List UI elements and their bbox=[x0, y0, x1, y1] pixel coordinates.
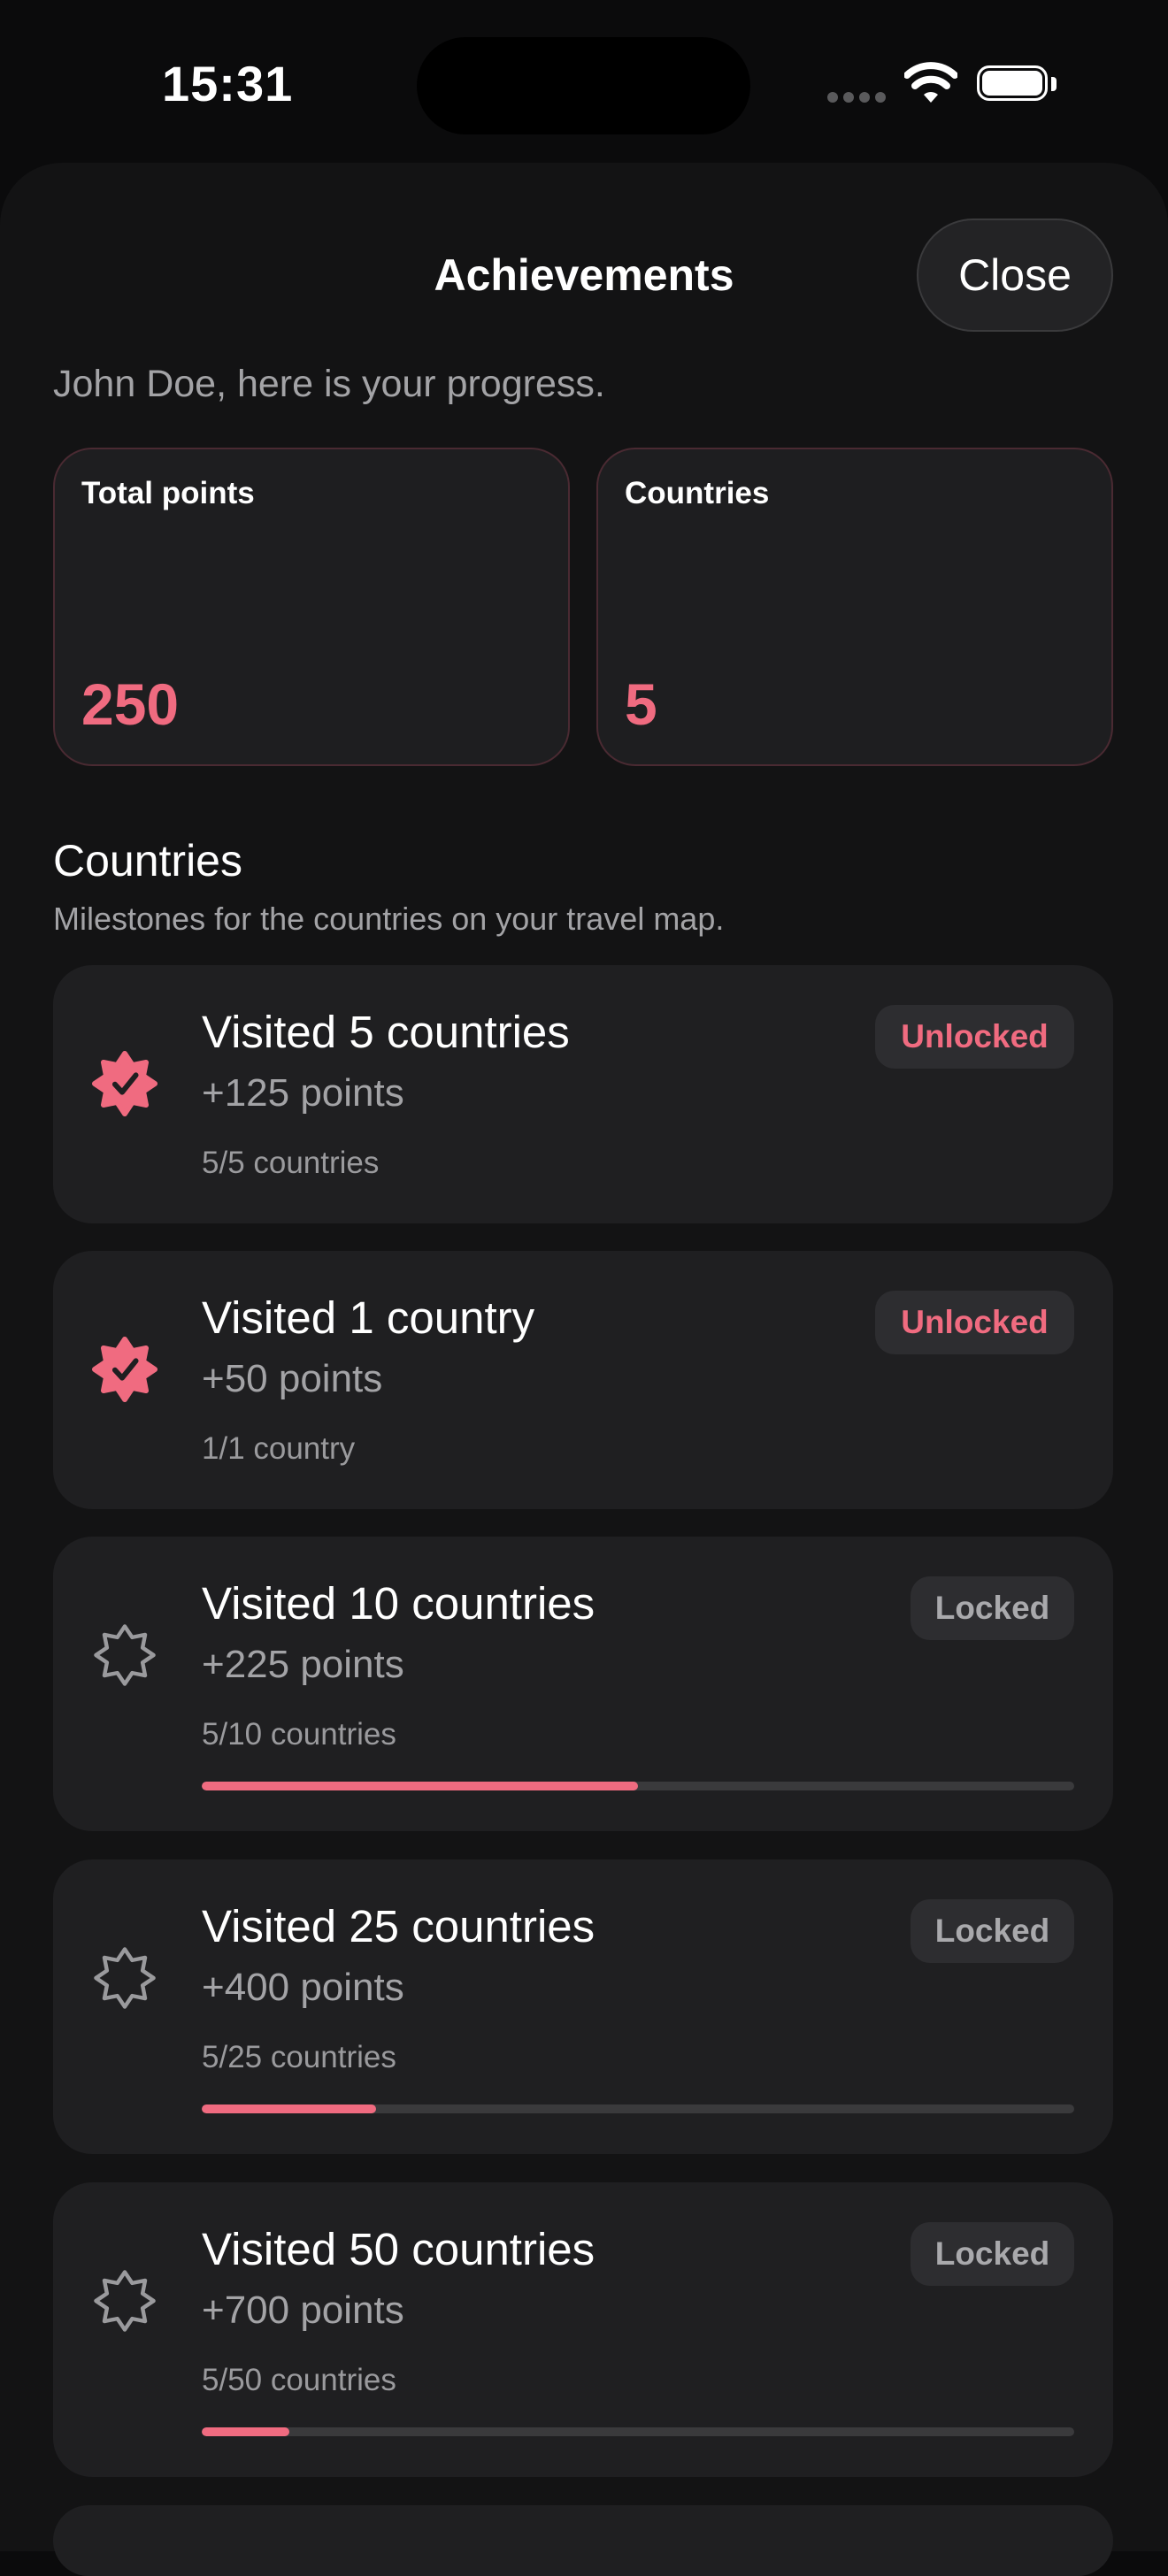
achievement-card[interactable]: Visited 1 country +50 points 1/1 country… bbox=[53, 1251, 1113, 1509]
achievement-title: Visited 1 country bbox=[202, 1292, 535, 1343]
achievement-progress-text: 5/50 countries bbox=[202, 2363, 396, 2397]
stat-label: Countries bbox=[625, 476, 770, 510]
achievement-points: +700 points bbox=[202, 2288, 404, 2332]
achievement-progress-text: 5/10 countries bbox=[202, 1717, 396, 1752]
achievement-progress-text: 5/5 countries bbox=[202, 1146, 380, 1180]
badge-outline-icon bbox=[94, 2270, 156, 2332]
achievement-title: Visited 25 countries bbox=[202, 1901, 596, 1951]
countries-card: Countries 5 bbox=[596, 448, 1113, 766]
achievement-card[interactable]: Visited 25 countries +400 points 5/25 co… bbox=[53, 1859, 1113, 2154]
badge-outline-icon bbox=[94, 1624, 156, 1686]
achievement-progress-text: 1/1 country bbox=[202, 1431, 356, 1466]
total-points-card: Total points 250 bbox=[53, 448, 570, 766]
progress-bar bbox=[202, 2104, 1074, 2113]
cellular-signal-icon bbox=[827, 92, 888, 104]
section-subtitle: Milestones for the countries on your tra… bbox=[53, 901, 725, 937]
verified-badge-icon bbox=[92, 1337, 158, 1402]
achievement-card[interactable]: Visited 50 countries +700 points 5/50 co… bbox=[53, 2182, 1113, 2477]
achievement-title: Visited 5 countries bbox=[202, 1007, 570, 1057]
status-bar: 15:31 bbox=[0, 0, 1168, 168]
status-badge: Locked bbox=[911, 2222, 1074, 2286]
stat-label: Total points bbox=[81, 476, 255, 510]
status-badge: Locked bbox=[911, 1576, 1074, 1640]
verified-badge-icon bbox=[92, 1051, 158, 1116]
achievement-card[interactable]: Visited 10 countries +225 points 5/10 co… bbox=[53, 1537, 1113, 1831]
achievement-card[interactable] bbox=[53, 2505, 1113, 2576]
status-badge: Unlocked bbox=[875, 1291, 1074, 1354]
battery-icon bbox=[977, 65, 1058, 104]
badge-outline-icon bbox=[94, 1947, 156, 2009]
progress-fill bbox=[202, 2427, 289, 2436]
status-badge: Unlocked bbox=[875, 1005, 1074, 1069]
progress-fill bbox=[202, 1782, 638, 1790]
progress-fill bbox=[202, 2104, 377, 2113]
status-time: 15:31 bbox=[162, 56, 294, 111]
progress-bar bbox=[202, 1782, 1074, 1790]
achievement-title: Visited 50 countries bbox=[202, 2224, 596, 2274]
dynamic-island bbox=[417, 37, 750, 134]
achievement-points: +50 points bbox=[202, 1357, 383, 1400]
progress-bar bbox=[202, 2427, 1074, 2436]
status-badge: Locked bbox=[911, 1899, 1074, 1963]
section-title: Countries bbox=[53, 836, 242, 886]
stat-value: 5 bbox=[625, 671, 657, 737]
achievement-points: +400 points bbox=[202, 1966, 404, 2009]
achievement-card[interactable]: Visited 5 countries +125 points 5/5 coun… bbox=[53, 965, 1113, 1223]
achievement-points: +225 points bbox=[202, 1643, 404, 1686]
achievement-progress-text: 5/25 countries bbox=[202, 2040, 396, 2074]
stat-value: 250 bbox=[81, 671, 180, 737]
wifi-icon bbox=[904, 62, 957, 103]
achievement-title: Visited 10 countries bbox=[202, 1578, 596, 1629]
close-button[interactable]: Close bbox=[917, 218, 1113, 332]
achievement-points: +125 points bbox=[202, 1071, 404, 1115]
progress-subtitle: John Doe, here is your progress. bbox=[53, 363, 605, 405]
